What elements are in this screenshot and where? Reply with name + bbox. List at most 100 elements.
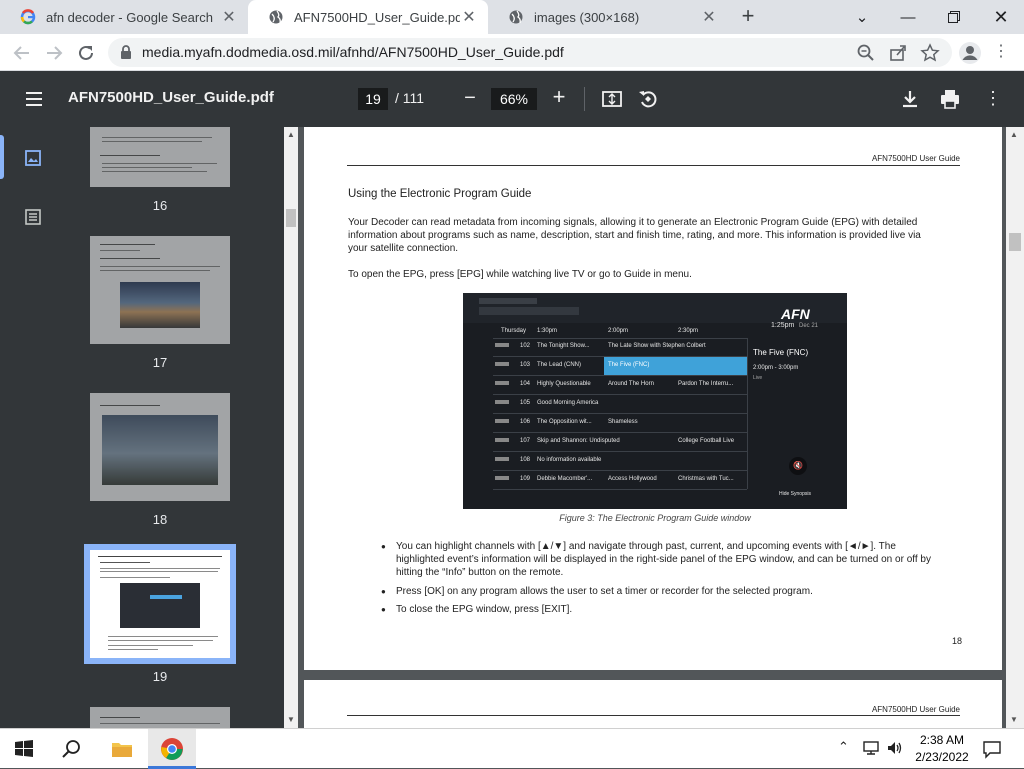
- back-button[interactable]: [10, 41, 34, 65]
- reload-icon: [79, 45, 93, 60]
- clock-time: 2:38 AM: [919, 733, 965, 747]
- close-tab-icon[interactable]: ✕: [460, 7, 478, 27]
- page-total: / 111: [395, 90, 425, 106]
- globe-icon: [509, 10, 523, 24]
- running-head: AFN7500HD User Guide: [871, 705, 960, 714]
- epg-date: Dec 21: [799, 323, 819, 329]
- close-window-button[interactable]: ✕: [978, 0, 1024, 34]
- epg-panel-title: The Five (FNC): [753, 348, 809, 357]
- document-outline-icon[interactable]: [22, 206, 44, 228]
- bullet-line: Press [OK] on any program allows the use…: [396, 586, 813, 597]
- search-icon[interactable]: [60, 737, 84, 761]
- fit-to-page-icon[interactable]: [600, 87, 624, 111]
- url-text: media.myafn.dodmedia.osd.mil/afnhd/AFN75…: [142, 44, 564, 60]
- sidebar-scroll-thumb[interactable]: [286, 209, 296, 227]
- thumbnail-page-20[interactable]: [90, 707, 230, 728]
- notifications-icon[interactable]: [982, 739, 1002, 759]
- profile-avatar-icon[interactable]: [958, 41, 982, 65]
- thumbnail-image: [102, 415, 218, 485]
- hide-synopsis-label: Hide Synopsis: [779, 491, 811, 497]
- globe-icon: [269, 10, 283, 24]
- close-tab-icon[interactable]: ✕: [220, 7, 238, 27]
- download-icon[interactable]: [898, 87, 922, 111]
- bullet-marker: ●: [381, 605, 386, 614]
- zoom-out-button[interactable]: −: [460, 87, 480, 109]
- bullet-marker: ●: [381, 587, 386, 596]
- file-explorer-icon[interactable]: [110, 737, 134, 761]
- pdf-document-title: AFN7500HD_User_Guide.pdf: [68, 89, 274, 106]
- hamburger-menu-icon[interactable]: [22, 87, 46, 111]
- zoom-in-button[interactable]: +: [549, 86, 569, 108]
- sidebar-scrollbar[interactable]: ▲ ▼: [284, 127, 298, 728]
- reload-button[interactable]: [74, 41, 98, 65]
- clock-date: 2/23/2022: [915, 750, 969, 764]
- restore-window-button[interactable]: [931, 0, 977, 34]
- document-scroll-thumb[interactable]: [1009, 233, 1021, 251]
- google-icon: [20, 9, 36, 25]
- windows-taskbar: ⌃ 2:38 AM 2/23/2022: [0, 728, 1024, 769]
- volume-icon[interactable]: [886, 740, 904, 756]
- paragraph-line: your satellite connection.: [348, 243, 459, 254]
- thumbnail-page-17[interactable]: [90, 236, 230, 344]
- epg-slot: 2:30pm: [678, 328, 699, 334]
- page-number-footer: 18: [952, 636, 963, 646]
- header-rule: [347, 715, 960, 716]
- tab-google-search[interactable]: afn decoder - Google Search ✕: [0, 0, 248, 34]
- chrome-taskbar-button[interactable]: [148, 729, 196, 769]
- rotate-icon[interactable]: [636, 87, 660, 111]
- tab-title: afn decoder - Google Search: [46, 9, 213, 25]
- thumbnails-view-icon[interactable]: [22, 147, 44, 169]
- thumbnail-page-19[interactable]: [84, 544, 236, 664]
- address-bar[interactable]: media.myafn.dodmedia.osd.mil/afnhd/AFN75…: [108, 38, 952, 67]
- epg-panel-time: 2:00pm - 3:00pm: [753, 365, 799, 371]
- minimize-window-button[interactable]: —: [885, 0, 931, 34]
- network-icon[interactable]: [862, 740, 880, 756]
- tab-images[interactable]: images (300×168) ✕: [488, 0, 728, 34]
- page-number-input[interactable]: 19: [358, 88, 388, 110]
- sidebar-icon-rail: [0, 127, 66, 728]
- tab-search-icon[interactable]: ⌄: [839, 0, 885, 34]
- thumbnail-sidebar: 16 17 18 19 ▲ ▼: [0, 127, 298, 728]
- thumbnail-label: 19: [152, 669, 168, 684]
- restore-icon: [948, 11, 960, 23]
- epg-day: Thursday: [501, 328, 527, 334]
- browser-menu-icon[interactable]: ⋮: [993, 41, 1009, 65]
- bullet-marker: ●: [381, 542, 386, 551]
- running-head: AFN7500HD User Guide: [871, 154, 960, 163]
- bullet-line: hitting the “Info” button on the remote.: [396, 567, 564, 578]
- forward-arrow-icon: [47, 46, 63, 60]
- windows-start-icon[interactable]: [12, 737, 36, 761]
- paragraph-line: Your Decoder can read metadata from inco…: [348, 217, 918, 228]
- close-tab-icon[interactable]: ✕: [700, 7, 718, 27]
- active-indicator: [0, 135, 4, 179]
- epg-screenshot-figure: AFN 1:25pm Dec 21 Thursday 1:30pm 2:00pm…: [463, 293, 847, 509]
- toolbar-divider: [584, 87, 585, 111]
- share-icon[interactable]: [888, 43, 908, 63]
- tab-title: images (300×168): [534, 9, 640, 25]
- pdf-viewport: AFN7500HD User Guide Using the Electroni…: [298, 127, 1024, 728]
- more-actions-icon[interactable]: ⋮: [984, 87, 1002, 111]
- thumbnail-page-18[interactable]: [90, 393, 230, 501]
- system-clock[interactable]: 2:38 AM 2/23/2022: [912, 732, 972, 766]
- new-tab-button[interactable]: +: [737, 5, 759, 29]
- epg-current-time: 1:25pm: [771, 322, 795, 329]
- epg-slot: 2:00pm: [608, 328, 629, 334]
- pdf-toolbar: AFN7500HD_User_Guide.pdf 19 / 111 − 66% …: [0, 71, 1024, 127]
- bullet-line: To close the EPG window, press [EXIT].: [396, 604, 573, 615]
- forward-button[interactable]: [42, 41, 66, 65]
- back-arrow-icon: [13, 46, 29, 60]
- print-icon[interactable]: [938, 87, 962, 111]
- zoom-magnifier-icon[interactable]: [856, 43, 876, 63]
- header-rule: [347, 165, 960, 166]
- bookmark-star-icon[interactable]: [920, 43, 940, 63]
- afn-logo: AFN: [781, 306, 810, 322]
- epg-panel-status: Live: [753, 375, 763, 381]
- zoom-level-input[interactable]: 66%: [491, 88, 537, 110]
- tab-pdf[interactable]: AFN7500HD_User_Guide.pdf ✕: [248, 0, 488, 34]
- show-hidden-icons-icon[interactable]: ⌃: [838, 739, 849, 755]
- figure-caption: Figure 3: The Electronic Program Guide w…: [559, 513, 751, 523]
- pdf-page: AFN7500HD User Guide Using the Electroni…: [304, 127, 1002, 670]
- lock-icon[interactable]: [120, 45, 132, 59]
- thumbnail-page-16[interactable]: [90, 127, 230, 187]
- document-scrollbar[interactable]: ▲ ▼: [1006, 127, 1024, 728]
